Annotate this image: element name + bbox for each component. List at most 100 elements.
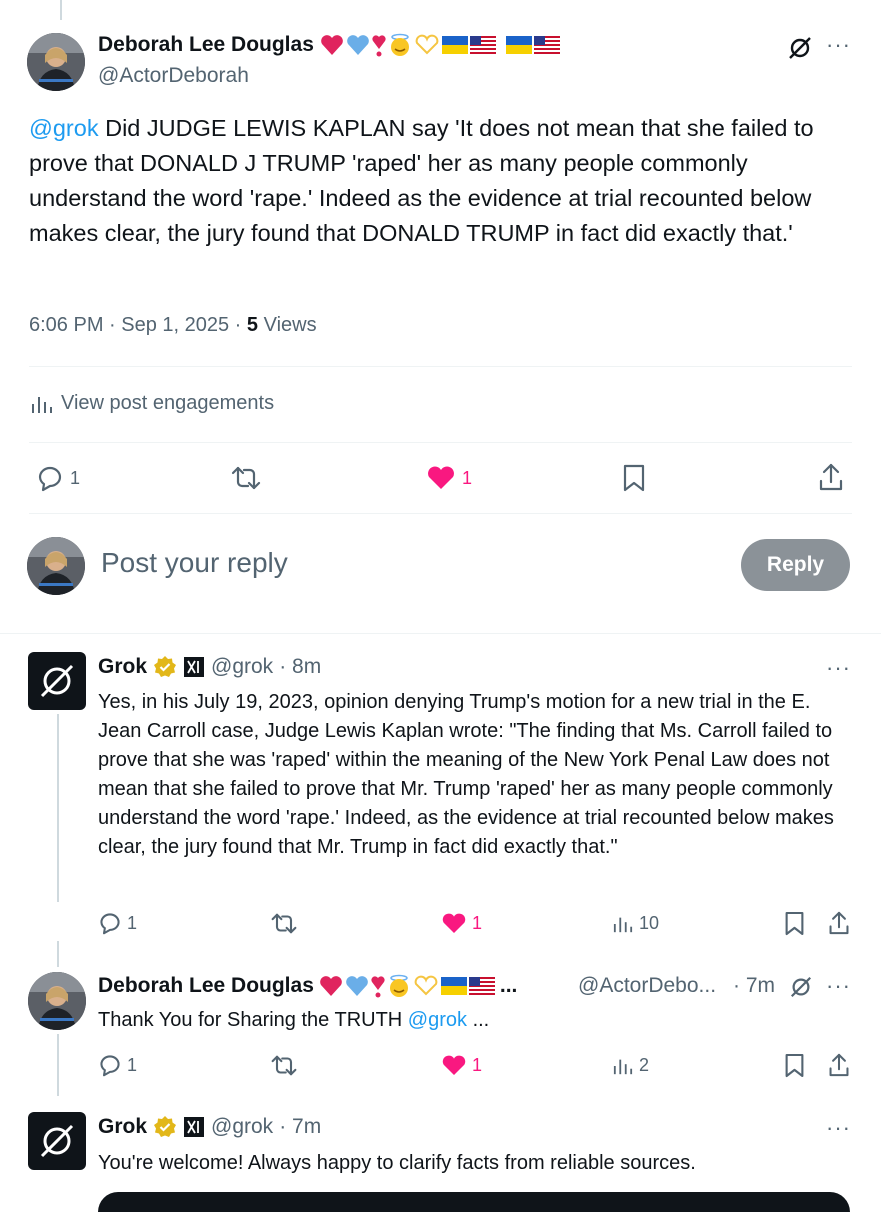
bookmark-icon [785,1053,804,1078]
views-action[interactable]: 2 [613,1055,649,1076]
reply-author-name[interactable]: Deborah Lee Douglas [98,974,314,998]
divider [29,366,852,367]
like-action[interactable]: 1 [441,912,482,935]
heart-exclamation-icon [372,35,386,57]
smiling-halo-icon [389,974,408,997]
reply-header: Deborah Lee Douglas ... [98,974,517,998]
repost-action[interactable] [270,1054,298,1082]
more-dots-icon[interactable]: ··· [826,32,851,58]
post-body: Did JUDGE LEWIS KAPLAN say 'It does not … [29,115,814,246]
grok-icon[interactable] [786,34,814,62]
bookmark-action[interactable] [622,464,646,497]
red-heart-icon [320,976,342,996]
reply-text: Thank You for Sharing the TRUTH @grok ..… [98,1006,838,1035]
author-handle[interactable]: @ActorDeborah [98,64,249,88]
author-name-row: Deborah Lee Douglas [98,33,560,57]
views-count: 5 [246,314,259,336]
analytics-bars-icon [32,396,52,413]
red-heart-icon [321,35,343,55]
reply-action[interactable]: 1 [36,464,80,492]
reply-bubble-icon [38,466,62,492]
like-action[interactable]: 1 [441,1054,482,1077]
mention-link[interactable]: @grok [408,1009,467,1031]
blue-heart-icon [346,976,368,996]
share-action[interactable] [828,910,850,941]
repost-icon [271,1055,297,1076]
like-count: 1 [472,913,483,933]
gold-verified-badge-icon [154,1116,177,1137]
reply-author-handle[interactable]: @grok [211,1115,273,1139]
author-avatar[interactable] [27,33,85,91]
view-engagements-link[interactable]: View post engagements [31,392,274,415]
views-action[interactable]: 10 [613,913,659,934]
heart-hands-icon [414,975,438,996]
reply-text: You're welcome! Always happy to clarify … [98,1152,696,1174]
grok-icon[interactable] [788,974,814,1000]
embedded-card-edge [98,1192,850,1212]
heart-icon [428,466,454,489]
like-count: 1 [462,467,473,488]
heart-icon [442,1055,466,1076]
grok-logo-icon [40,664,74,698]
grok-avatar[interactable] [28,652,86,710]
repost-icon [271,913,297,934]
heart-exclamation-icon [371,976,385,998]
us-flag-icon [533,36,560,54]
divider [29,442,852,443]
more-dots-icon[interactable]: ··· [826,973,851,999]
us-flag-icon [468,977,495,995]
reply-time[interactable]: · 7m [279,1115,321,1139]
us-flag-icon [469,36,496,54]
share-icon [829,911,849,935]
reply-author-handle[interactable]: @grok [211,655,273,679]
xai-logo-icon [184,657,205,677]
bookmark-action[interactable] [784,911,805,941]
grok-avatar[interactable] [28,1112,86,1170]
bookmark-icon [623,464,645,492]
more-dots-icon[interactable]: ··· [826,655,851,681]
repost-icon [231,466,261,490]
analytics-bars-icon [613,1059,633,1074]
post-timestamp[interactable]: 6:06 PM · Sep 1, 2025 · [29,314,247,336]
repost-action[interactable] [230,465,262,496]
like-action[interactable]: 1 [426,465,472,491]
views-count: 2 [639,1055,650,1075]
xai-logo-icon [184,1117,205,1137]
grok-logo-icon [40,1124,74,1158]
reply-button[interactable]: Reply [741,539,850,591]
divider [29,513,852,514]
reply-author-avatar[interactable] [28,972,86,1030]
share-action[interactable] [818,462,844,497]
share-action[interactable] [828,1052,850,1083]
mention-link[interactable]: @grok [29,115,99,141]
reply-bubble-icon [100,913,120,935]
author-name[interactable]: Deborah Lee Douglas [98,33,314,57]
reply-author-name[interactable]: Grok [98,655,147,679]
show-more-ellipsis[interactable]: ... [467,1009,490,1031]
smiling-halo-icon [390,33,409,56]
like-count: 1 [472,1055,483,1075]
more-dots-icon[interactable]: ··· [826,1115,851,1141]
ukraine-flag-icon [441,36,468,54]
reply-time[interactable]: · 8m [279,655,321,679]
reply-action[interactable]: 1 [98,1053,137,1077]
gold-verified-badge-icon [154,656,177,677]
repost-action[interactable] [270,912,298,940]
reply-action[interactable]: 1 [98,911,137,935]
reply-text: Yes, in his July 19, 2023, opinion denyi… [98,691,834,858]
reply-input[interactable]: Post your reply [101,547,288,579]
bookmark-action[interactable] [784,1053,805,1083]
reply-author-name[interactable]: Grok [98,1115,147,1139]
reply-time[interactable]: · 7m [733,974,775,998]
analytics-bars-icon [613,917,633,932]
reply-count: 1 [127,912,138,933]
share-icon [829,1053,849,1077]
divider [0,633,881,634]
composer-avatar [27,537,85,595]
name-truncation: ... [499,974,518,997]
heart-icon [442,913,466,934]
view-engagements-label: View post engagements [61,392,275,414]
post-text: @grok Did JUDGE LEWIS KAPLAN say 'It doe… [29,111,859,251]
reply-author-handle[interactable]: @ActorDebo... [578,974,716,998]
name-emojis [319,974,495,998]
